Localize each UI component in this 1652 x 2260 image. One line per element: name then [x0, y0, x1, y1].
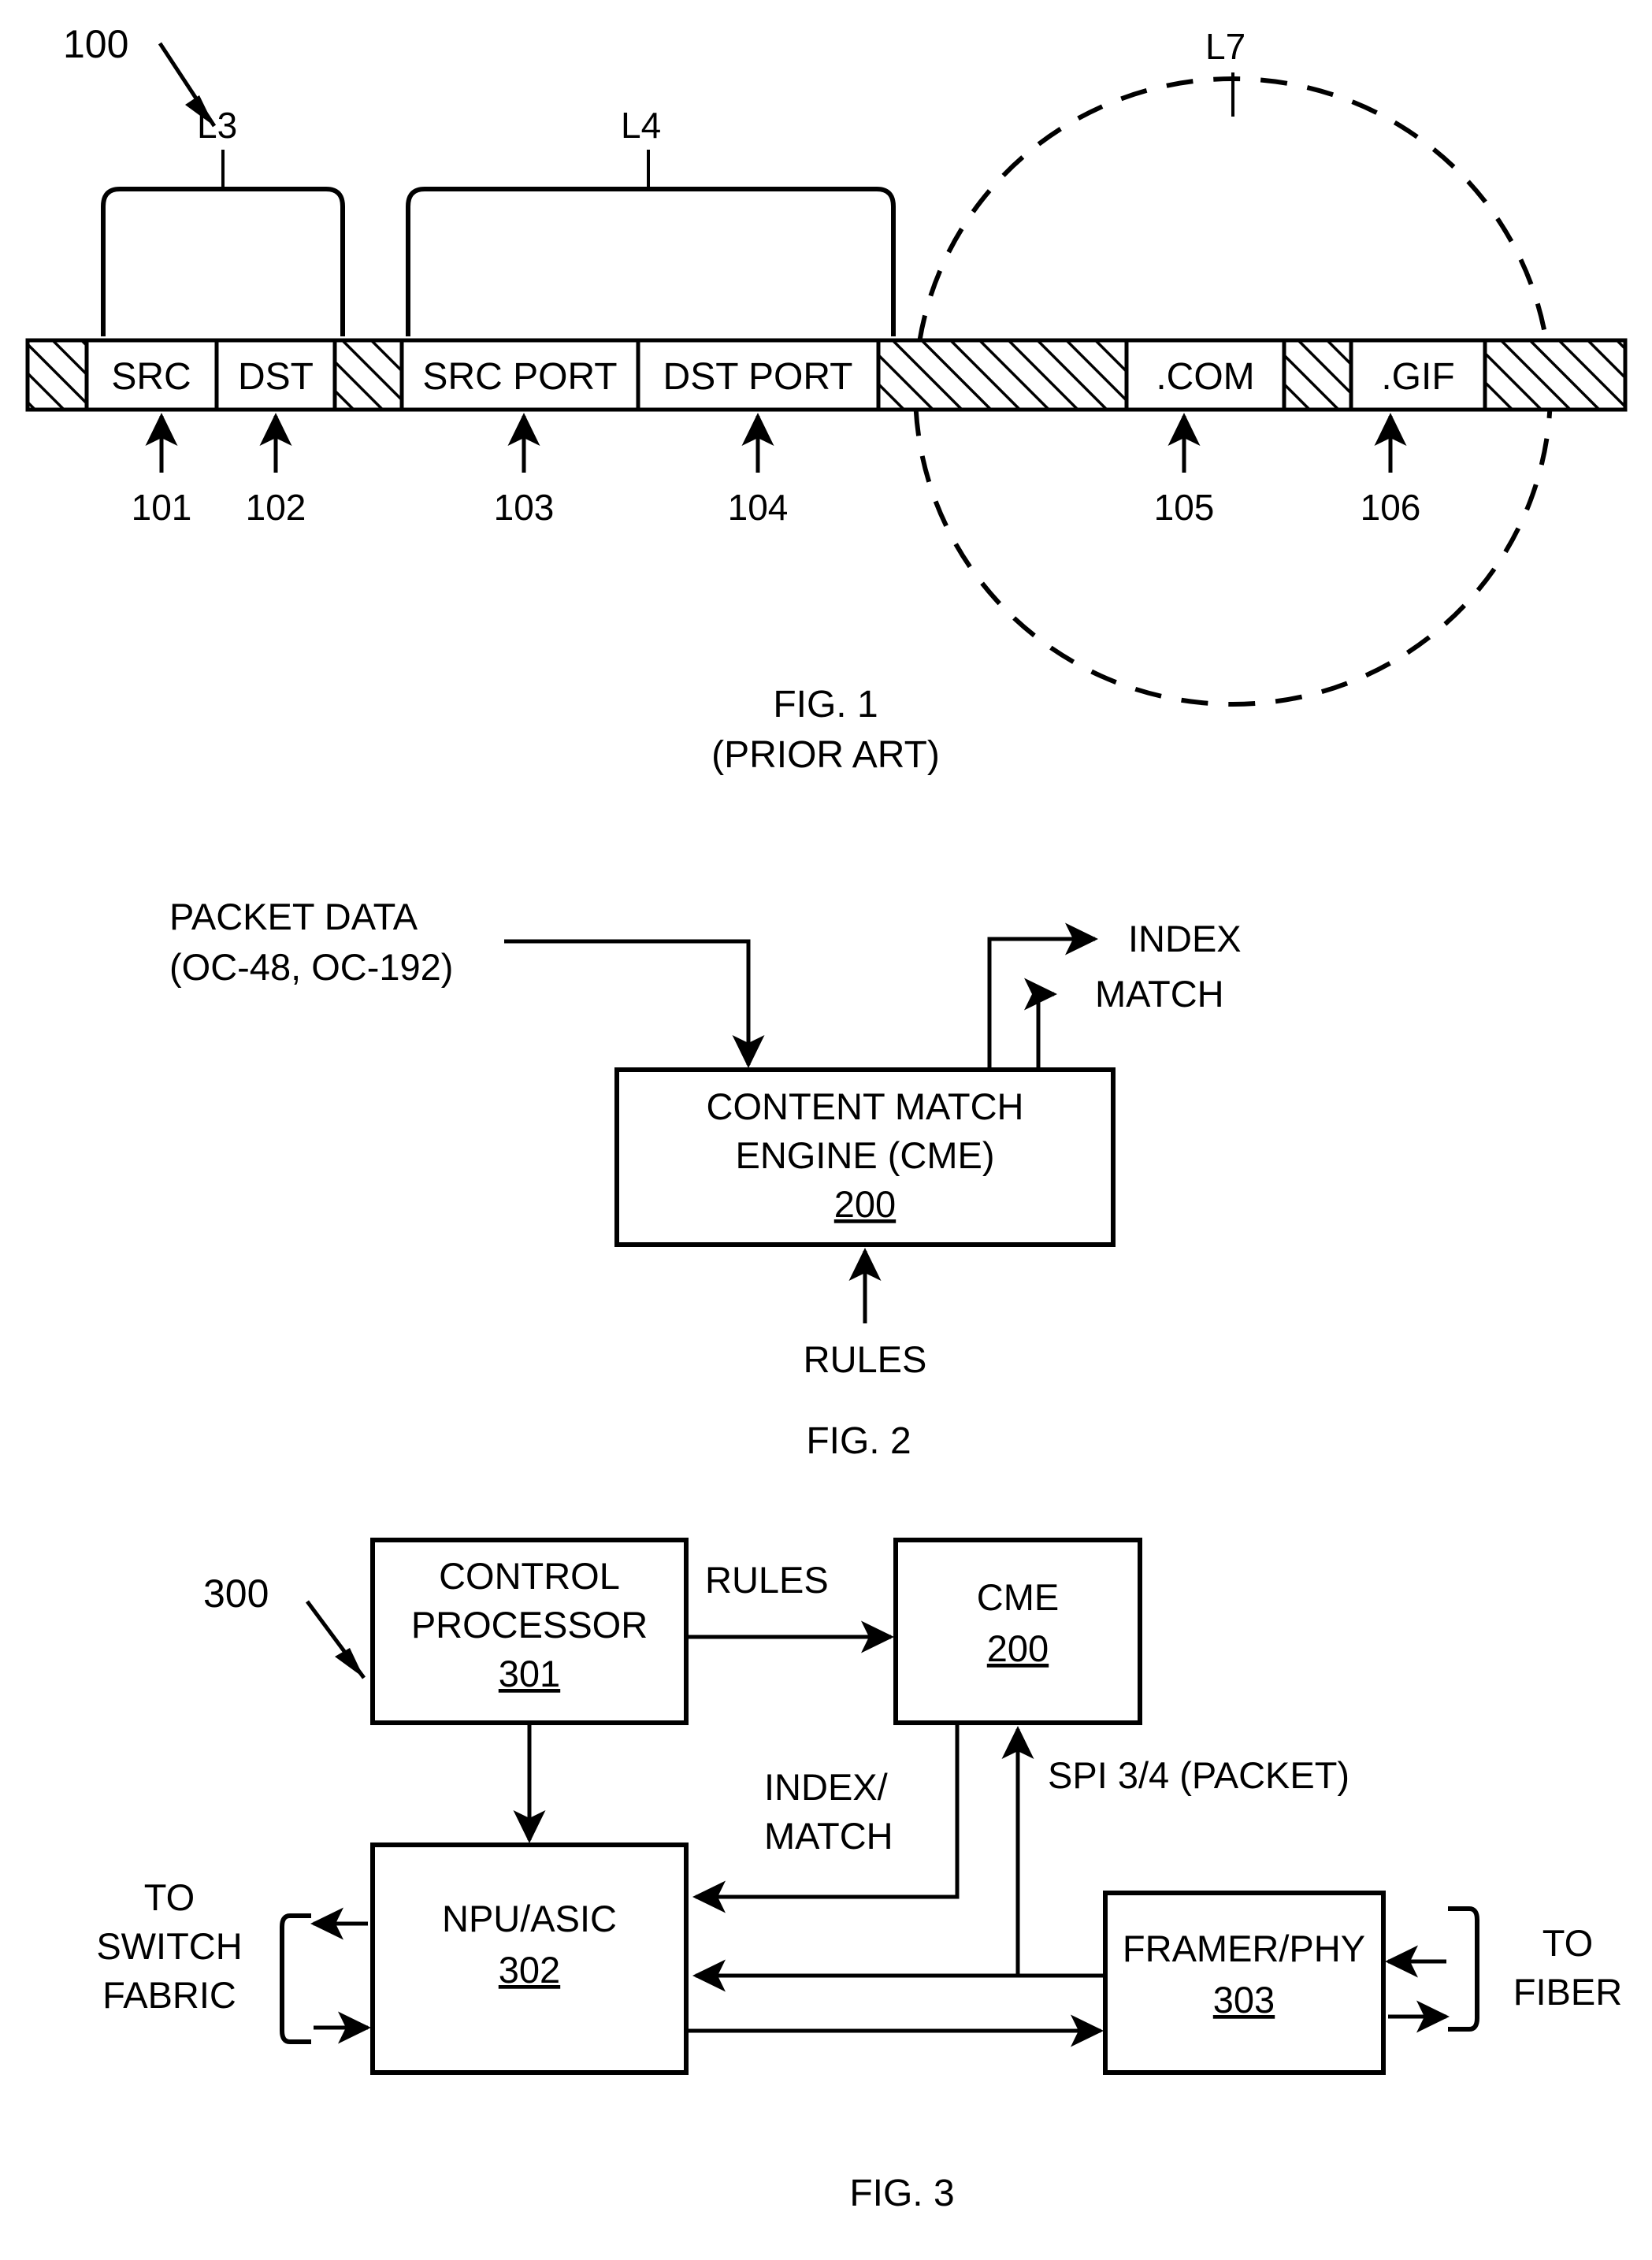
fig3-control-processor-line2: PROCESSOR: [411, 1604, 648, 1646]
figure-2-group: PACKET DATA (OC-48, OC-192) CONTENT MATC…: [169, 896, 1242, 1462]
packet-segment-hatch-3: [876, 338, 1129, 412]
packet-label-com: .COM: [1156, 356, 1254, 398]
fig3-switch-fabric-line1: TO: [144, 1876, 195, 1918]
fig2-input-label-line1: PACKET DATA: [169, 896, 418, 937]
fig2-cme-number: 200: [834, 1183, 896, 1225]
fig2-index-arrow: [987, 922, 1099, 1070]
packet-segment-hatch-2: [332, 338, 404, 412]
packet-label-dst-port: DST PORT: [663, 356, 853, 398]
fig3-rules-label: RULES: [705, 1559, 829, 1601]
figure1-ref-label: 100: [63, 22, 128, 66]
figure1-caption-line1: FIG. 1: [773, 684, 878, 726]
fig2-cme-line2: ENGINE (CME): [736, 1134, 995, 1176]
fig3-fiber-line2: FIBER: [1513, 1971, 1622, 2013]
figure-canvas: 100 L3 L4 L7 SRC DST SRC PORT DST PORT .…: [25, 22, 1628, 2214]
packet-segment-hatch-5: [1483, 338, 1628, 412]
ellipse-label-l7: L7: [1205, 26, 1245, 67]
fig2-packet-data-arrow: [504, 939, 765, 1069]
fig2-match-arrow: [1024, 978, 1058, 1070]
fig2-input-label-line2: (OC-48, OC-192): [169, 946, 453, 988]
fig3-index-match-line1: INDEX/: [764, 1766, 889, 1808]
fig3-npu-asic-number: 302: [499, 1949, 560, 1991]
fig3-cme-line1: CME: [977, 1576, 1059, 1618]
fig3-switch-fabric-brace: [280, 1913, 311, 2044]
fig3-framer-phy-number: 303: [1213, 1979, 1275, 2021]
fig3-control-processor-line1: CONTROL: [439, 1555, 620, 1597]
callout-number-102: 102: [246, 487, 306, 528]
bracket-label-l4: L4: [621, 105, 661, 146]
fig3-fiber-line1: TO: [1542, 1922, 1593, 1964]
fig3-npu-asic-line1: NPU/ASIC: [442, 1898, 617, 1939]
fig3-index-match-line2: MATCH: [764, 1815, 893, 1857]
callout-number-101: 101: [132, 487, 192, 528]
fig2-cme-line1: CONTENT MATCH: [707, 1085, 1024, 1127]
packet-label-dst: DST: [238, 356, 314, 398]
callout-number-103: 103: [494, 487, 555, 528]
fig3-fiber-brace: [1448, 1906, 1479, 2032]
bracket-label-l3: L3: [197, 105, 237, 146]
fig2-index-label: INDEX: [1128, 918, 1242, 959]
bracket-l4: [406, 187, 896, 336]
packet-label-src-port: SRC PORT: [422, 356, 617, 398]
figure1-caption-line2: (PRIOR ART): [711, 734, 940, 776]
figure3-caption: FIG. 3: [849, 2173, 954, 2214]
packet-label-gif: .GIF: [1381, 356, 1454, 398]
figure2-caption: FIG. 2: [806, 1420, 911, 1462]
callout-number-104: 104: [728, 487, 789, 528]
packet-label-src: SRC: [111, 356, 191, 398]
callout-number-105: 105: [1154, 487, 1215, 528]
packet-segment-hatch-1: [25, 338, 89, 412]
fig3-control-processor-number: 301: [499, 1653, 560, 1694]
fig3-switch-fabric-line3: FABRIC: [102, 1974, 236, 2016]
fig2-rules-label: RULES: [804, 1338, 927, 1380]
fig3-framer-phy-line1: FRAMER/PHY: [1123, 1928, 1365, 1969]
figure-3-group: 300 CONTROL PROCESSOR 301 CME 200 RULES …: [96, 1538, 1622, 2214]
fig3-cme-number: 200: [987, 1627, 1049, 1669]
fig3-index-match-arrow: [692, 1723, 960, 1913]
patent-figure-sheet: 100 L3 L4 L7 SRC DST SRC PORT DST PORT .…: [0, 0, 1652, 2260]
fig3-switch-fabric-line2: SWITCH: [96, 1925, 242, 1967]
fig3-spi-label: SPI 3/4 (PACKET): [1048, 1754, 1349, 1796]
packet-segment-hatch-4: [1282, 338, 1353, 412]
figure3-ref-leader-arrowhead: [335, 1648, 364, 1678]
figure-1-group: 100 L3 L4 L7 SRC DST SRC PORT DST PORT .…: [25, 22, 1628, 776]
bracket-l3: [101, 187, 345, 336]
figure3-ref-label: 300: [203, 1572, 269, 1616]
fig2-match-label: MATCH: [1095, 973, 1224, 1015]
callout-number-106: 106: [1361, 487, 1421, 528]
